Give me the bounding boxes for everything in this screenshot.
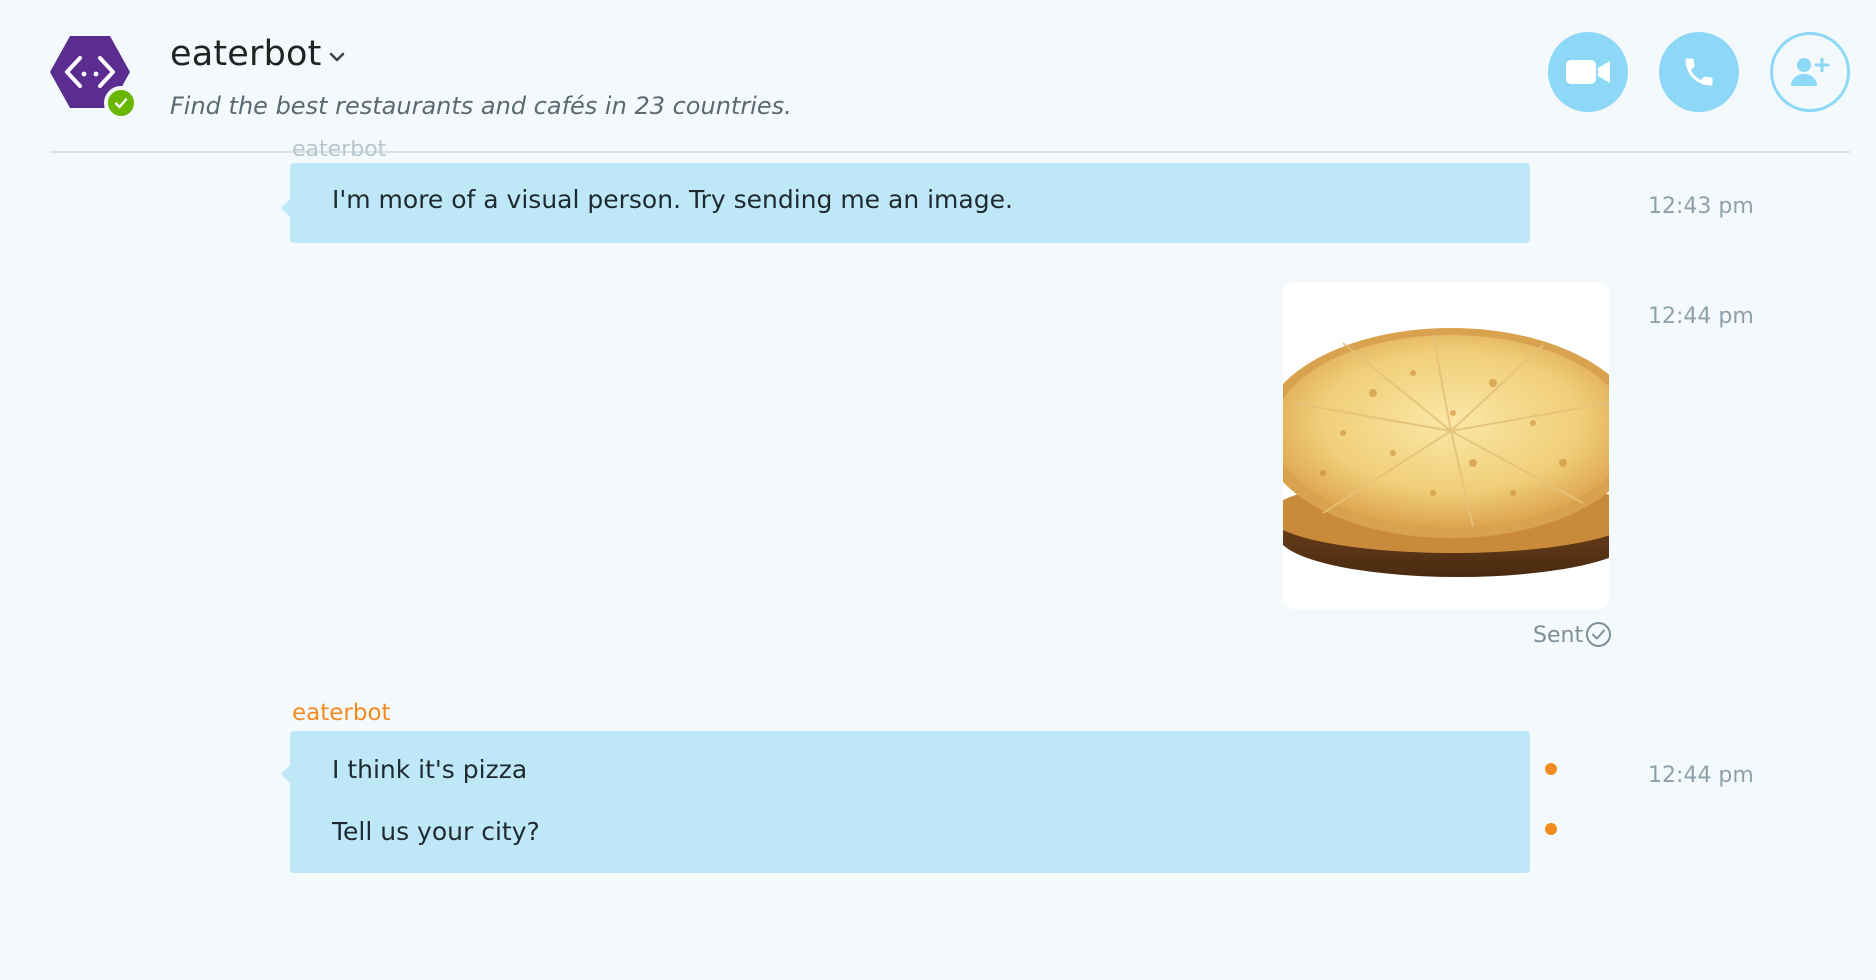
- message-timestamp: 12:44 pm: [1648, 304, 1754, 329]
- message-text: Tell us your city?: [332, 817, 540, 846]
- sent-image[interactable]: [1283, 283, 1609, 609]
- pizza-photo: [1283, 283, 1609, 609]
- add-contact-button[interactable]: [1770, 32, 1850, 112]
- unread-indicator: [1545, 823, 1557, 835]
- video-camera-icon: [1566, 60, 1610, 84]
- check-circle-icon: [1585, 621, 1612, 648]
- message-bubble[interactable]: I think it's pizza Tell us your city?: [281, 731, 1530, 873]
- message-timestamp: 12:43 pm: [1648, 194, 1754, 219]
- bot-name[interactable]: eaterbot: [170, 34, 322, 74]
- chevron-down-icon[interactable]: [326, 46, 348, 68]
- online-check-icon: [104, 86, 138, 120]
- conversation-header: eaterbot Find the best restaurants and c…: [0, 0, 1876, 154]
- bot-description: Find the best restaurants and cafés in 2…: [170, 92, 792, 120]
- message-sender: eaterbot: [292, 140, 387, 156]
- message-text: I'm more of a visual person. Try sending…: [332, 185, 1013, 214]
- chat-window: eaterbot Find the best restaurants and c…: [0, 0, 1876, 980]
- audio-call-button[interactable]: [1659, 32, 1739, 112]
- add-person-icon: [1791, 57, 1830, 86]
- phone-icon: [1685, 58, 1713, 86]
- message-text: I think it's pizza: [332, 755, 528, 784]
- message-status: Sent: [1533, 623, 1584, 648]
- message-bubble[interactable]: I'm more of a visual person. Try sending…: [281, 163, 1530, 243]
- video-call-button[interactable]: [1548, 32, 1628, 112]
- message-sender: eaterbot: [292, 700, 391, 726]
- unread-indicator: [1545, 763, 1557, 775]
- message-timestamp: 12:44 pm: [1648, 763, 1754, 788]
